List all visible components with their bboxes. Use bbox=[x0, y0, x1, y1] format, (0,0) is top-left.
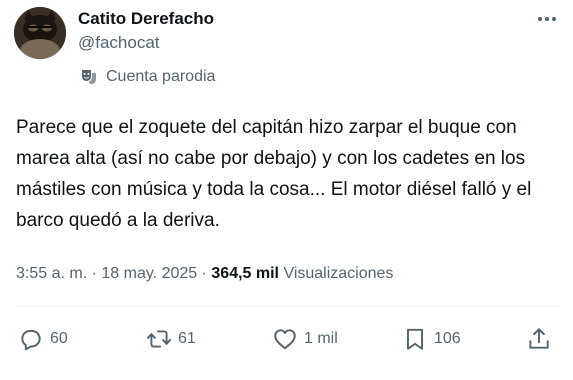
avatar-image bbox=[14, 7, 66, 59]
share-button[interactable] bbox=[526, 326, 552, 352]
share-icon bbox=[529, 328, 549, 349]
bookmark-count: 106 bbox=[434, 330, 461, 347]
meta-separator: · bbox=[91, 265, 102, 282]
reply-icon bbox=[21, 329, 41, 351]
repost-icon bbox=[146, 330, 172, 348]
like-button[interactable]: 1 mil bbox=[272, 326, 338, 352]
reply-button[interactable]: 60 bbox=[18, 326, 68, 352]
meta-separator: · bbox=[201, 265, 212, 282]
bookmark-button[interactable]: 106 bbox=[402, 326, 461, 352]
post-date[interactable]: 18 may. 2025 bbox=[101, 265, 197, 282]
author-display-name[interactable]: Catito Derefacho bbox=[78, 8, 214, 30]
divider bbox=[16, 306, 557, 307]
post-card: Catito Derefacho @fachocat Cuenta parodi… bbox=[0, 0, 573, 380]
reply-count: 60 bbox=[50, 330, 68, 347]
repost-button[interactable]: 61 bbox=[146, 326, 196, 352]
author-handle[interactable]: @fachocat bbox=[78, 32, 214, 54]
parody-account-label: Cuenta parodia bbox=[80, 66, 215, 88]
views-count: 364,5 mil bbox=[211, 265, 284, 282]
post-header: Catito Derefacho @fachocat bbox=[78, 8, 214, 54]
heart-icon bbox=[274, 329, 296, 350]
bookmark-icon bbox=[406, 328, 424, 350]
parody-label-text: Cuenta parodia bbox=[106, 68, 216, 85]
post-metadata: 3:55 a. m. · 18 may. 2025 · 364,5 mil Vi… bbox=[16, 262, 393, 286]
post-time[interactable]: 3:55 a. m. bbox=[16, 265, 87, 282]
repost-count: 61 bbox=[178, 330, 196, 347]
like-count: 1 mil bbox=[304, 330, 338, 347]
post-actions-bar: 60 61 1 mil 106 bbox=[18, 326, 558, 356]
avatar[interactable] bbox=[14, 7, 66, 59]
views-label: Visualizaciones bbox=[283, 265, 394, 282]
theater-mask-icon bbox=[80, 68, 98, 86]
more-horizontal-icon bbox=[538, 17, 556, 21]
post-text: Parece que el zoquete del capitán hizo z… bbox=[16, 117, 532, 231]
more-options-button[interactable] bbox=[535, 8, 559, 30]
